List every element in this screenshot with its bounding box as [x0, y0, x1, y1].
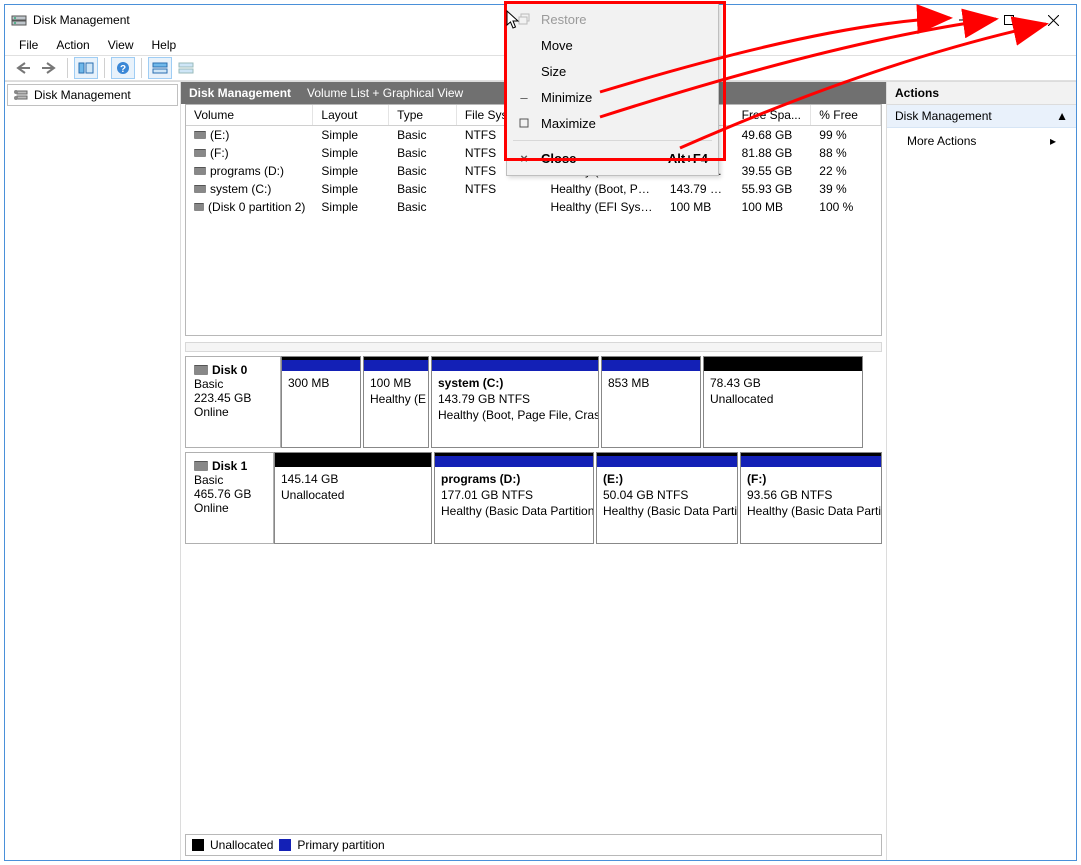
- system-menu: Restore Move Size – Minimize Maximize × …: [506, 2, 719, 176]
- minimize-icon: –: [515, 90, 533, 105]
- sysmenu-close[interactable]: × Close Alt+F4: [509, 145, 716, 171]
- sysmenu-minimize-label: Minimize: [541, 90, 592, 105]
- volume-row[interactable]: (Disk 0 partition 2)SimpleBasicHealthy (…: [186, 198, 881, 216]
- app-icon: [11, 12, 27, 28]
- splitter[interactable]: [185, 342, 882, 352]
- center-header-title: Disk Management: [189, 86, 291, 100]
- disk-row[interactable]: Disk 0Basic223.45 GBOnline300 MB100 MBHe…: [185, 356, 882, 448]
- actions-section-label: Disk Management: [895, 109, 992, 123]
- sysmenu-maximize-label: Maximize: [541, 116, 596, 131]
- sysmenu-maximize[interactable]: Maximize: [509, 110, 716, 136]
- tree-node-disk-management[interactable]: Disk Management: [7, 84, 178, 106]
- close-button[interactable]: [1031, 5, 1076, 35]
- minimize-button[interactable]: [941, 5, 986, 35]
- partition[interactable]: 78.43 GBUnallocated: [703, 356, 863, 448]
- help-button[interactable]: ?: [111, 57, 135, 79]
- swatch-unallocated: [192, 839, 204, 851]
- maximize-icon: [515, 118, 533, 128]
- legend: Unallocated Primary partition: [185, 834, 882, 856]
- disk-label[interactable]: Disk 0Basic223.45 GBOnline: [185, 356, 281, 448]
- col-volume[interactable]: Volume: [186, 105, 313, 125]
- svg-text:?: ?: [120, 64, 126, 75]
- legend-unallocated: Unallocated: [210, 838, 273, 852]
- disk-label[interactable]: Disk 1Basic465.76 GBOnline: [185, 452, 274, 544]
- sysmenu-minimize[interactable]: – Minimize: [509, 84, 716, 110]
- collapse-icon: ▲: [1056, 109, 1068, 123]
- center-pane: Disk Management Volume List + Graphical …: [181, 82, 886, 860]
- more-actions[interactable]: More Actions ▸: [887, 128, 1076, 154]
- partition[interactable]: 853 MB: [601, 356, 701, 448]
- sysmenu-close-label: Close: [541, 151, 576, 166]
- partition[interactable]: system (C:)143.79 GB NTFSHealthy (Boot, …: [431, 356, 599, 448]
- center-header-subtitle: Volume List + Graphical View: [307, 86, 463, 100]
- actions-pane: Actions Disk Management ▲ More Actions ▸: [886, 82, 1076, 860]
- disk-management-icon: [14, 88, 30, 102]
- partition[interactable]: 145.14 GBUnallocated: [274, 452, 432, 544]
- settings-bottom-button[interactable]: [174, 57, 198, 79]
- sysmenu-move-label: Move: [541, 38, 573, 53]
- sysmenu-size[interactable]: Size: [509, 58, 716, 84]
- main-body: Disk Management Disk Management Volume L…: [5, 81, 1076, 860]
- menu-view[interactable]: View: [100, 36, 142, 54]
- separator: [67, 58, 68, 78]
- more-actions-label: More Actions: [907, 134, 976, 148]
- partition[interactable]: programs (D:)177.01 GB NTFSHealthy (Basi…: [434, 452, 594, 544]
- separator: [141, 58, 142, 78]
- menu-file[interactable]: File: [11, 36, 46, 54]
- settings-top-button[interactable]: [148, 57, 172, 79]
- actions-section[interactable]: Disk Management ▲: [887, 105, 1076, 128]
- menu-action[interactable]: Action: [48, 36, 97, 54]
- sysmenu-size-label: Size: [541, 64, 566, 79]
- partition[interactable]: (E:)50.04 GB NTFSHealthy (Basic Data Par…: [596, 452, 738, 544]
- volume-row[interactable]: system (C:)SimpleBasicNTFSHealthy (Boot,…: [186, 180, 881, 198]
- disk-row[interactable]: Disk 1Basic465.76 GBOnline145.14 GBUnall…: [185, 452, 882, 544]
- col-freespace[interactable]: Free Spa...: [734, 105, 812, 125]
- show-hide-console-tree-button[interactable]: [74, 57, 98, 79]
- forward-button[interactable]: [37, 57, 61, 79]
- sysmenu-close-shortcut: Alt+F4: [668, 151, 708, 166]
- back-button[interactable]: [11, 57, 35, 79]
- sysmenu-move[interactable]: Move: [509, 32, 716, 58]
- partition[interactable]: 300 MB: [281, 356, 361, 448]
- close-icon: ×: [515, 151, 533, 166]
- col-layout[interactable]: Layout: [313, 105, 389, 125]
- separator: [104, 58, 105, 78]
- col-pctfree[interactable]: % Free: [811, 105, 881, 125]
- menu-separator: [513, 140, 712, 141]
- partition[interactable]: 100 MBHealthy (E: [363, 356, 429, 448]
- cursor-icon: [506, 10, 522, 30]
- menu-help[interactable]: Help: [144, 36, 185, 54]
- window-title: Disk Management: [33, 13, 941, 27]
- graphical-view[interactable]: Disk 0Basic223.45 GBOnline300 MB100 MBHe…: [181, 352, 886, 830]
- maximize-button[interactable]: [986, 5, 1031, 35]
- actions-header: Actions: [887, 82, 1076, 105]
- tree-node-label: Disk Management: [34, 88, 131, 102]
- sysmenu-restore: Restore: [509, 6, 716, 32]
- legend-primary: Primary partition: [297, 838, 384, 852]
- console-tree[interactable]: Disk Management: [5, 82, 181, 860]
- swatch-primary: [279, 839, 291, 851]
- sysmenu-restore-label: Restore: [541, 12, 587, 27]
- partition[interactable]: (F:)93.56 GB NTFSHealthy (Basic Data Par…: [740, 452, 882, 544]
- submenu-arrow-icon: ▸: [1050, 134, 1056, 148]
- col-type[interactable]: Type: [389, 105, 457, 125]
